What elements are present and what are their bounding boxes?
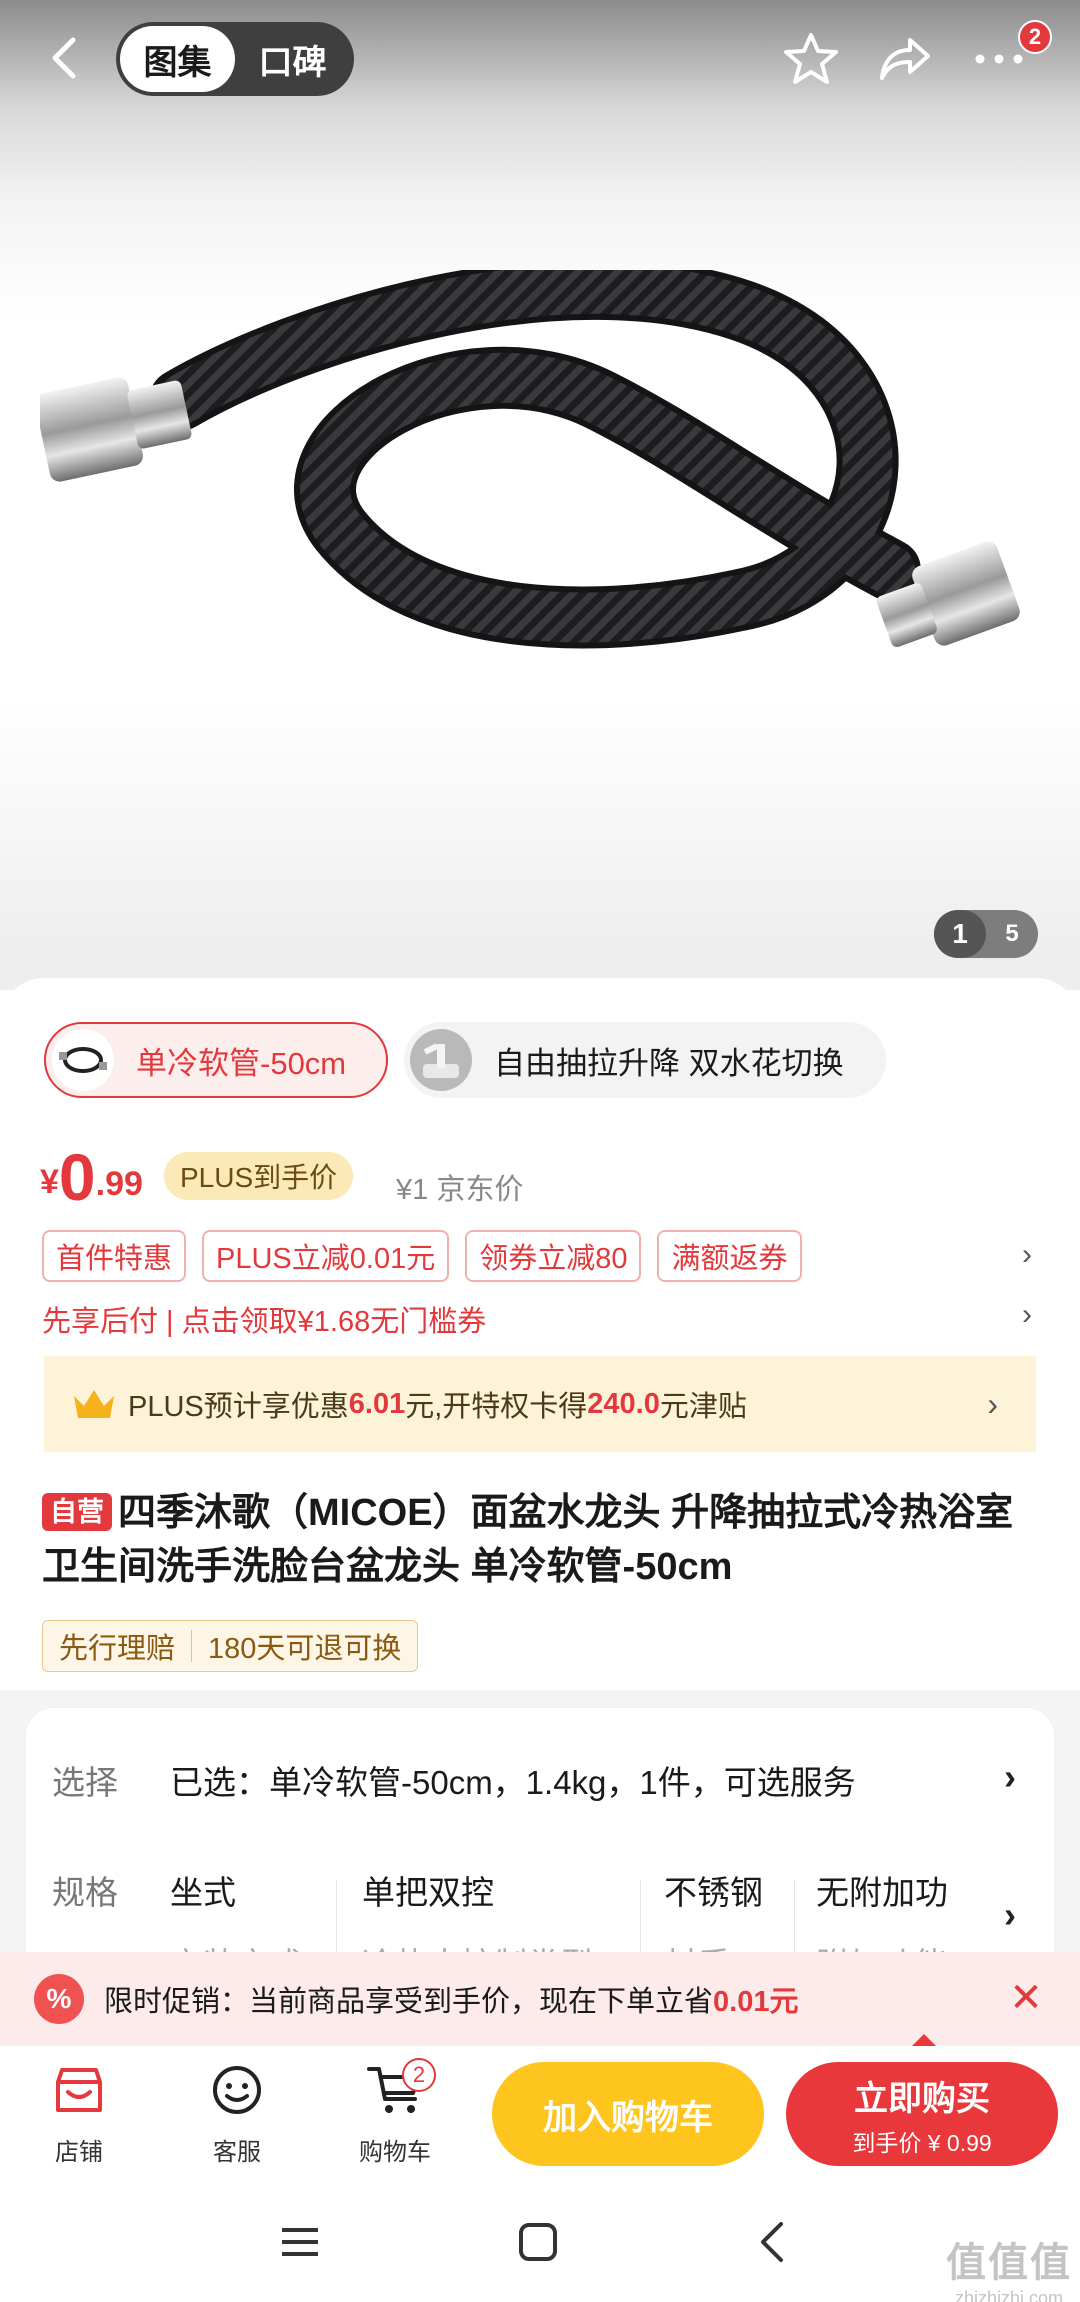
- recent-apps-button[interactable]: [270, 2212, 330, 2272]
- jd-reference-price: ¥1 京东价: [396, 1174, 524, 1206]
- buy-now-price: 到手价 ¥ 0.99: [852, 2129, 992, 2156]
- limited-promo-bar[interactable]: % 限时促销：当前商品享受到手价，现在下单立省0.01元 ✕: [0, 1952, 1080, 2046]
- plus-banner-prefix: PLUS预计享优惠: [128, 1391, 349, 1423]
- spec-label: 规格: [52, 1874, 118, 1911]
- share-button[interactable]: [870, 24, 940, 94]
- product-gallery[interactable]: 图集 口碑 2 1 5: [0, 0, 1080, 990]
- favorite-button[interactable]: [776, 24, 846, 94]
- selection-value[interactable]: 已选：单冷软管-50cm，1.4kg，1件，可选服务: [170, 1756, 856, 1804]
- notification-badge: 2: [1018, 20, 1052, 54]
- price-currency: ¥: [40, 1163, 59, 1201]
- promo-tag: 领券立减80: [465, 1230, 642, 1282]
- buy-now-label: 立即购买: [854, 2079, 990, 2118]
- watermark-url: zhizhizhi.com: [954, 2288, 1064, 2302]
- more-dots-icon: [975, 54, 1023, 64]
- chevron-left-icon: [761, 2222, 783, 2262]
- customer-service-button[interactable]: 客服: [182, 2060, 292, 2167]
- service-item: 180天可退可换: [208, 1633, 402, 1665]
- chevron-right-icon[interactable]: ›: [1004, 1756, 1016, 1798]
- limited-promo-text: 限时促销：当前商品享受到手价，现在下单立省0.01元: [104, 1978, 798, 2020]
- price-decimal: .99: [95, 1165, 143, 1203]
- promo-tag: 满额返券: [657, 1230, 802, 1282]
- variant-label: 自由抽拉升降 双水花切换: [494, 1045, 844, 1081]
- product-title: 自营 四季沐歌（MICOE）面盆水龙头 升降抽拉式冷热浴室卫生间洗手洗脸台盆龙头 …: [42, 1486, 1042, 1594]
- self-operated-badge: 自营: [42, 1493, 112, 1531]
- service-guarantees[interactable]: 先行理赔 180天可退可换: [42, 1620, 419, 1672]
- chevron-left-icon: [52, 37, 76, 79]
- customer-service-icon: [213, 2066, 261, 2114]
- tab-gallery[interactable]: 图集: [120, 26, 235, 92]
- product-image: [40, 270, 1020, 649]
- plus-banner-allowance: 240.0: [587, 1387, 660, 1420]
- promo-tag: PLUS立减0.01元: [202, 1230, 450, 1282]
- price-integer: 0: [58, 1140, 96, 1214]
- image-pager: 1 5: [934, 910, 1038, 958]
- hose-thumbnail-icon: [59, 1047, 107, 1073]
- add-to-cart-button[interactable]: 加入购物车: [492, 2062, 764, 2166]
- faucet-thumbnail-icon: [423, 1043, 459, 1078]
- discount-icon: %: [34, 1974, 84, 2024]
- plus-membership-banner[interactable]: PLUS预计享优惠 6.01 元,开特权卡得 240.0 元津贴 ›: [44, 1356, 1036, 1452]
- pager-total: 5: [1005, 920, 1019, 947]
- variant-option-selected[interactable]: 单冷软管-50cm: [44, 1022, 388, 1098]
- variant-label: 单冷软管-50cm: [136, 1045, 347, 1081]
- promo-tag: 首件特惠: [42, 1230, 187, 1282]
- cart-count-badge: 2: [402, 2058, 436, 2092]
- customer-service-label: 客服: [213, 2139, 261, 2166]
- pager-current: 1: [934, 910, 986, 958]
- plus-banner-suffix: 元津贴: [659, 1391, 747, 1423]
- limited-promo-amount: 0.01元: [713, 1986, 799, 2018]
- spec-value: 无附加功: [816, 1874, 948, 1911]
- chevron-right-icon[interactable]: ›: [1022, 1298, 1032, 1332]
- chevron-right-icon[interactable]: ›: [1004, 1894, 1016, 1936]
- chevron-right-icon[interactable]: ›: [1022, 1238, 1032, 1272]
- store-icon: [56, 2068, 102, 2112]
- variant-thumbnail: [52, 1029, 114, 1091]
- variant-option[interactable]: 自由抽拉升降 双水花切换: [404, 1022, 886, 1098]
- spec-value: 不锈钢: [664, 1874, 763, 1911]
- plus-banner-amount: 6.01: [348, 1387, 406, 1420]
- cart-label: 购物车: [359, 2139, 431, 2166]
- share-icon: [880, 38, 930, 80]
- tab-reviews[interactable]: 口碑: [235, 26, 350, 92]
- price: ¥ 0 .99: [40, 1140, 143, 1210]
- menu-icon: [282, 2228, 318, 2256]
- pay-later-offer[interactable]: 先享后付 | 点击领取¥1.68无门槛券: [42, 1298, 486, 1340]
- store-label: 店铺: [55, 2139, 103, 2166]
- watermark: 值值值 zhizhizhi.com: [946, 2230, 1072, 2302]
- system-back-button[interactable]: [742, 2212, 802, 2272]
- variant-thumbnail: [410, 1029, 472, 1091]
- limited-promo-message: 限时促销：当前商品享受到手价，现在下单立省: [104, 1986, 714, 2018]
- selection-label: 选择: [52, 1764, 118, 1801]
- gallery-tab-switch: 图集 口碑: [116, 22, 354, 96]
- home-button[interactable]: [508, 2212, 568, 2272]
- plus-banner-middle: 元,开特权卡得: [405, 1391, 588, 1423]
- buy-now-button[interactable]: 立即购买 到手价 ¥ 0.99: [786, 2062, 1058, 2166]
- close-icon[interactable]: ✕: [1002, 1974, 1050, 2022]
- spec-value: 坐式: [170, 1874, 236, 1911]
- watermark-logo: 值值值: [946, 2241, 1072, 2285]
- chevron-right-icon: ›: [987, 1385, 998, 1422]
- system-navigation-bar: [0, 2182, 1080, 2302]
- plus-price-tag: PLUS到手价: [164, 1152, 354, 1200]
- promotion-tags[interactable]: 首件特惠 PLUS立减0.01元 领券立减80 满额返券: [42, 1230, 802, 1282]
- home-square-icon: [519, 2223, 557, 2261]
- service-item: 先行理赔: [59, 1633, 176, 1665]
- back-button[interactable]: [36, 30, 92, 86]
- crown-icon: [74, 1390, 114, 1418]
- bottom-action-bar: 店铺 客服 购物车 2 加入购物车 立即购买 到手价 ¥ 0.99: [0, 2046, 1080, 2182]
- product-title-text: 四季沐歌（MICOE）面盆水龙头 升降抽拉式冷热浴室卫生间洗手洗脸台盆龙头 单冷…: [42, 1492, 1014, 1588]
- store-button[interactable]: 店铺: [24, 2060, 134, 2167]
- star-icon: [784, 33, 838, 84]
- spec-value: 单把双控: [362, 1874, 494, 1911]
